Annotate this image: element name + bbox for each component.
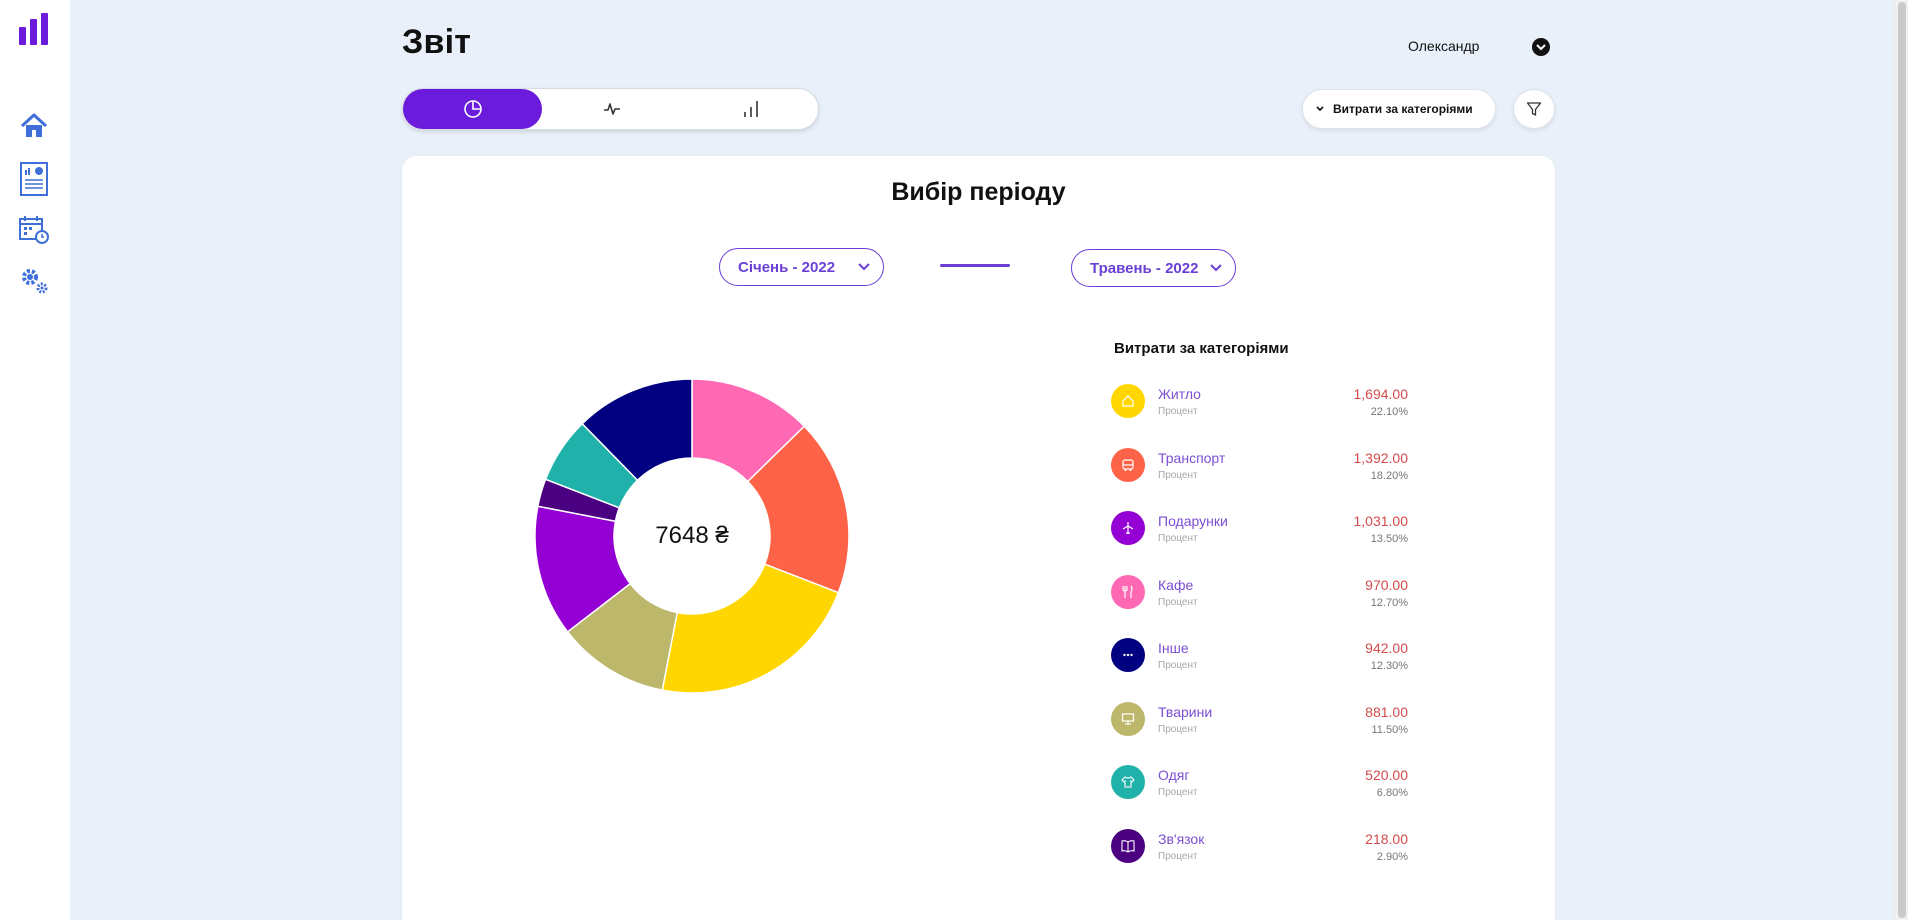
legend-item-sub-label: Процент — [1158, 850, 1198, 862]
legend-item-amount: 970.00 — [1365, 576, 1408, 593]
bar-chart-icon — [743, 101, 758, 117]
monitor-icon — [1111, 701, 1145, 736]
legend-item-sub-label: Процент — [1158, 723, 1198, 735]
legend-item[interactable]: Транспорт Процент 1,392.00 18.20% — [1108, 446, 1488, 490]
legend-item[interactable]: Подарунки Процент 1,031.00 13.50% — [1108, 509, 1488, 553]
legend-item-amount: 942.00 — [1365, 640, 1408, 656]
legend-item-percent: 12.70% — [1370, 596, 1408, 609]
legend-item-percent: 2.90% — [1376, 850, 1408, 863]
legend-item-percent: 12.30% — [1370, 660, 1408, 672]
chevron-down-icon — [1210, 264, 1222, 272]
legend-item-sub-label: Процент — [1158, 469, 1198, 481]
legend-item-percent: 18.20% — [1370, 469, 1408, 482]
legend-item-sub-label: Процент — [1158, 533, 1198, 544]
legend-item[interactable]: Зв'язок Процент 218.00 2.90% — [1108, 827, 1488, 871]
legend-item[interactable]: Одяг Процент 520.00 6.80% — [1108, 763, 1488, 807]
legend-title: Витрати за категоріями — [1114, 340, 1289, 357]
donut-chart: 7648 ₴ — [522, 366, 862, 706]
period-title: Вибір періоду — [891, 178, 1066, 206]
legend-item-percent: 11.50% — [1371, 723, 1409, 736]
page-scrollbar[interactable] — [1894, 0, 1908, 920]
tab-bar-chart[interactable] — [681, 89, 820, 129]
settings-icon[interactable] — [19, 266, 49, 296]
legend-item-amount: 1,031.00 — [1353, 513, 1409, 529]
sidebar — [0, 0, 70, 920]
donut-total: 7648 ₴ — [655, 522, 729, 549]
house-icon — [1111, 384, 1145, 418]
legend-item-name: Транспорт — [1158, 449, 1226, 466]
user-name[interactable]: Олександр — [1408, 38, 1479, 54]
legend-item-name: Подарунки — [1158, 513, 1228, 529]
pie-chart-icon — [463, 100, 482, 118]
legend-item-name: Зв'язок — [1158, 830, 1205, 847]
legend-item-sub-label: Процент — [1158, 596, 1198, 608]
chevron-down-icon — [858, 263, 870, 271]
legend-item[interactable]: Житло Процент 1,694.00 22.10% — [1108, 382, 1488, 426]
period-from-label: Січень - 2022 — [738, 258, 836, 276]
legend-item-percent: 13.50% — [1370, 533, 1408, 545]
home-icon[interactable] — [19, 111, 49, 141]
calendar-icon[interactable] — [19, 215, 49, 245]
shirt-icon — [1111, 765, 1145, 799]
legend-item-amount: 520.00 — [1365, 767, 1408, 783]
legend-item-amount: 1,694.00 — [1353, 386, 1409, 402]
chart-type-tabs — [402, 88, 819, 130]
app-logo[interactable] — [19, 13, 49, 45]
report-card: Вибір періоду Січень - 2022 Травень - 20… — [402, 156, 1555, 920]
legend-item-sub-label: Процент — [1158, 660, 1198, 671]
legend-item-percent: 6.80% — [1376, 787, 1408, 799]
period-separator — [940, 264, 1010, 267]
legend-item-percent: 22.10% — [1370, 406, 1408, 418]
legend-item-sub-label: Процент — [1158, 406, 1198, 417]
period-to-label: Травень - 2022 — [1090, 259, 1199, 277]
line-chart-icon — [603, 103, 620, 115]
bus-icon — [1111, 447, 1145, 482]
more-icon — [1111, 638, 1145, 672]
chevron-down-icon — [1316, 106, 1324, 112]
category-select[interactable]: Витрати за категоріями — [1302, 89, 1496, 129]
category-select-label: Витрати за категоріями — [1333, 102, 1473, 116]
period-to-select[interactable]: Травень - 2022 — [1071, 249, 1236, 287]
legend-item-amount: 218.00 — [1365, 830, 1408, 847]
legend-item-name: Інше — [1158, 640, 1189, 656]
tab-pie-chart[interactable] — [403, 89, 542, 129]
legend-item-sub-label: Процент — [1158, 787, 1198, 798]
report-icon[interactable] — [19, 162, 49, 196]
period-from-select[interactable]: Січень - 2022 — [719, 248, 884, 286]
user-menu-chevron-icon[interactable] — [1532, 38, 1550, 56]
legend-item[interactable]: Кафе Процент 970.00 12.70% — [1108, 573, 1488, 617]
scrollbar-thumb[interactable] — [1898, 2, 1906, 918]
legend-item-name: Тварини — [1158, 703, 1213, 720]
legend-item[interactable]: Інше Процент 942.00 12.30% — [1108, 636, 1488, 680]
legend-item-name: Кафе — [1158, 576, 1194, 593]
legend-item-amount: 881.00 — [1365, 703, 1408, 720]
tab-line-chart[interactable] — [542, 89, 681, 129]
page-title: Звіт — [402, 23, 472, 61]
cutlery-icon — [1111, 574, 1145, 609]
filter-icon — [1526, 102, 1542, 116]
legend-item[interactable]: Тварини Процент 881.00 11.50% — [1108, 700, 1488, 744]
filter-button[interactable] — [1513, 89, 1555, 129]
legend-item-name: Одяг — [1158, 767, 1190, 783]
legend-item-name: Житло — [1158, 386, 1201, 402]
plane-icon — [1111, 511, 1145, 545]
legend-item-amount: 1,392.00 — [1353, 449, 1409, 466]
book-icon — [1111, 828, 1145, 863]
